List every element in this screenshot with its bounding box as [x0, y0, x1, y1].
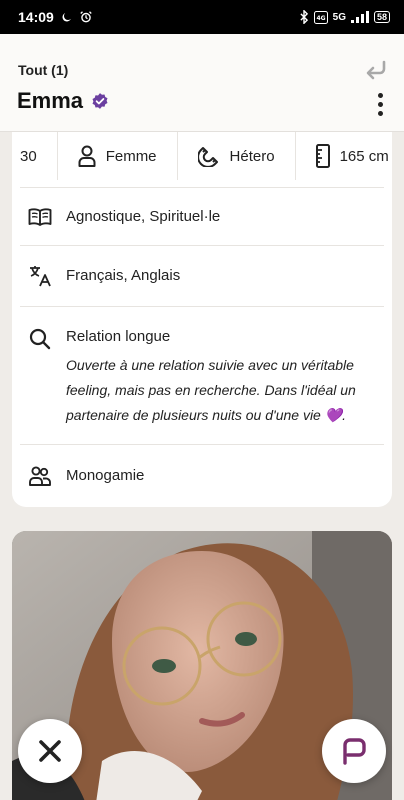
- profile-name: Emma: [17, 88, 84, 113]
- search-icon: [28, 327, 52, 351]
- languages-value: Français, Anglais: [66, 267, 181, 284]
- detail-row-languages: Français, Anglais: [20, 245, 384, 306]
- chip-gender: Femme: [58, 132, 178, 180]
- status-right: 4G 5G 58: [299, 10, 390, 24]
- profile-info-card: 30 Femme Hétero 165 cm Agnostique, Spiri…: [12, 132, 392, 507]
- status-bar: 14:09 4G 5G 58: [0, 0, 404, 34]
- looking-for-text: Relation longue Ouverte à une relation s…: [66, 327, 356, 428]
- relationship-type-value: Monogamie: [66, 467, 145, 484]
- detail-row-looking-for: Relation longue Ouverte à une relation s…: [20, 306, 384, 444]
- looking-for-line-3: partenaire de plusieurs nuits ou d'une v…: [66, 407, 347, 423]
- dot-icon: [377, 110, 383, 116]
- detail-row-relationship-type: Monogamie: [20, 444, 384, 507]
- undo-arrow-icon: [366, 60, 386, 80]
- comment-button[interactable]: [322, 719, 386, 783]
- translate-icon: [28, 264, 52, 288]
- magnet-icon: [197, 147, 218, 167]
- chip-gender-label: Femme: [105, 147, 157, 165]
- volte-icon: 4G: [313, 10, 328, 24]
- battery-level: 58: [376, 11, 387, 22]
- looking-for-line-1: Ouverte à une relation suivie avec un vé…: [66, 357, 354, 373]
- profile-header: Tout (1) Emma: [0, 34, 404, 132]
- svg-text:4G: 4G: [316, 15, 325, 22]
- bluetooth-icon: [299, 10, 309, 24]
- profile-name-row: Emma: [17, 88, 109, 114]
- chip-height-label: 165 cm: [339, 147, 389, 165]
- ruler-icon: [315, 144, 330, 168]
- chip-height: 165 cm: [296, 132, 392, 180]
- pass-button[interactable]: [18, 719, 82, 783]
- chip-orientation: Hétero: [178, 132, 296, 180]
- people-icon: [28, 464, 52, 488]
- undo-button[interactable]: [362, 56, 392, 86]
- status-time: 14:09: [18, 9, 54, 25]
- looking-for-title: Relation longue: [66, 328, 171, 345]
- breadcrumb: Tout (1): [18, 62, 69, 78]
- chat-bubble-icon: [343, 738, 366, 765]
- religion-value: Agnostique, Spirituel·le: [66, 207, 221, 225]
- moon-icon: [60, 11, 73, 24]
- vitals-strip[interactable]: 30 Femme Hétero 165 cm: [12, 132, 392, 180]
- person-icon: [78, 145, 96, 167]
- dot-icon: [377, 101, 383, 107]
- status-left: 14:09: [18, 9, 93, 25]
- signal-icon: [350, 11, 369, 23]
- alarm-icon: [79, 10, 93, 24]
- close-icon: [39, 740, 61, 762]
- looking-for-line-2: feeling, mais pas en recherche. Dans l'i…: [66, 382, 356, 398]
- network-label: 5G: [332, 11, 346, 23]
- verified-badge-icon: [91, 92, 109, 110]
- dot-icon: [377, 92, 383, 98]
- detail-row-religion: Agnostique, Spirituel·le: [20, 187, 384, 245]
- open-book-icon: [28, 205, 52, 229]
- looking-for-description: Ouverte à une relation suivie avec un vé…: [66, 353, 356, 428]
- chip-age-label: 30: [20, 147, 37, 165]
- chip-orientation-label: Hétero: [229, 147, 275, 165]
- chip-age: 30: [12, 132, 58, 180]
- more-options-button[interactable]: [370, 90, 390, 118]
- battery-icon: 58: [373, 11, 390, 23]
